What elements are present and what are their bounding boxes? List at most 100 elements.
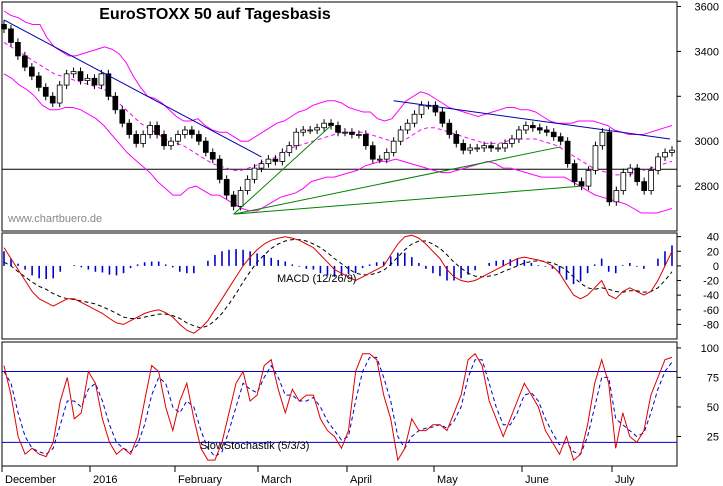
macd-y-tick-label: 0: [713, 261, 719, 273]
fan-line: [233, 125, 332, 215]
candle-body: [662, 152, 668, 158]
candle-body: [258, 163, 265, 169]
candle-body: [22, 55, 28, 68]
candle-body: [655, 156, 661, 171]
candle-body: [613, 190, 620, 203]
candle-body: [536, 127, 543, 131]
candle-body: [328, 122, 334, 126]
panel-frame-price: [1, 1, 678, 232]
x-month-label: April: [350, 474, 372, 486]
candle-body: [634, 167, 641, 183]
x-month-label: December: [5, 474, 56, 486]
candle-body: [599, 131, 606, 147]
candle-body: [293, 131, 300, 147]
candle-body: [523, 125, 529, 131]
candle-body: [349, 131, 355, 135]
candle-body: [140, 134, 147, 144]
candle-body: [147, 125, 153, 135]
candle-body: [543, 129, 550, 133]
downtrend-line: [393, 100, 671, 140]
candle-body: [495, 147, 501, 150]
candle-body: [223, 178, 230, 196]
stoch-y-tick-label: 100: [701, 343, 719, 355]
candle-body: [474, 147, 481, 150]
candle-body: [98, 73, 105, 86]
macd-label: MACD (12/26/9): [277, 273, 356, 285]
panel-frame-sto: [1, 341, 678, 467]
candle-body: [460, 143, 467, 151]
candle-body: [182, 129, 188, 135]
candle-body: [84, 77, 91, 81]
candle-body: [202, 140, 209, 153]
candle-body: [620, 172, 627, 191]
candle-body: [42, 86, 49, 97]
candle-body: [439, 111, 446, 124]
x-month-label: March: [261, 474, 292, 486]
price-y-tick-label: 3400: [695, 46, 719, 58]
candle-body: [648, 169, 654, 191]
candle-body: [342, 131, 348, 134]
candle-body: [564, 140, 571, 165]
panel-frame-macd: [1, 232, 678, 340]
candle-body: [28, 66, 35, 77]
candle-body: [356, 134, 362, 136]
stoch-y-tick-label: 25: [707, 431, 719, 443]
bollinger-lower-line: [3, 73, 673, 214]
candle-body: [453, 134, 460, 144]
candle-body: [216, 158, 223, 180]
candle-body: [529, 125, 536, 129]
candle-body: [411, 113, 418, 124]
candle-body: [300, 129, 307, 133]
candle-body: [606, 131, 613, 203]
x-month-label: July: [615, 474, 635, 486]
candle-body: [244, 178, 251, 191]
price-y-tick-label: 3000: [695, 136, 719, 148]
candle-body: [119, 109, 126, 124]
candle-body: [175, 134, 181, 142]
chart-title: EuroSTOXX 50 auf Tagesbasis: [99, 6, 331, 23]
candle-body: [578, 181, 585, 187]
macd-y-tick-label: 20: [707, 246, 719, 258]
bollinger-middle-line: [3, 41, 673, 176]
candle-body: [63, 73, 70, 86]
chart-layers: 2800 3000 3200 3400 3600 40 20 0 -20 -40 -60 -80 100…: [1, 1, 719, 486]
x-month-label: 2016: [93, 474, 117, 486]
macd-y-tick-label: -80: [703, 319, 719, 331]
candle-body: [265, 158, 272, 165]
stoch-y-tick-label: 50: [707, 402, 719, 414]
stoch-y-tick-label: 75: [707, 372, 719, 384]
candle-body: [15, 42, 21, 57]
candle-body: [404, 122, 411, 131]
candle-body: [669, 149, 675, 153]
candle-body: [446, 122, 453, 135]
x-month-label: May: [437, 474, 458, 486]
candle-body: [279, 152, 286, 162]
candle-body: [307, 129, 314, 132]
candle-body: [550, 131, 557, 138]
candle-body: [49, 95, 56, 104]
candle-body: [418, 104, 425, 115]
candle-body: [91, 77, 98, 86]
candle-body: [314, 127, 320, 131]
candle-body: [251, 167, 258, 180]
candle-body: [557, 136, 564, 142]
candle-body: [376, 158, 383, 161]
macd-y-tick-label: -40: [703, 290, 719, 302]
candle-body: [8, 28, 14, 43]
candle-body: [237, 190, 244, 207]
candle-body: [321, 122, 327, 129]
candle-body: [70, 71, 77, 75]
downtrend-line: [3, 19, 262, 158]
candle-body: [397, 129, 404, 142]
candle-body: [362, 134, 369, 147]
candle-body: [195, 134, 202, 142]
candle-body: [56, 84, 63, 104]
x-month-label: February: [178, 474, 223, 486]
macd-y-tick-label: -20: [703, 276, 719, 288]
candle-body: [502, 143, 508, 149]
candle-body: [390, 140, 397, 153]
candle-body: [488, 145, 494, 149]
candle-body: [133, 134, 140, 144]
price-y-tick-label: 3200: [695, 91, 719, 103]
candle-body: [335, 125, 341, 133]
